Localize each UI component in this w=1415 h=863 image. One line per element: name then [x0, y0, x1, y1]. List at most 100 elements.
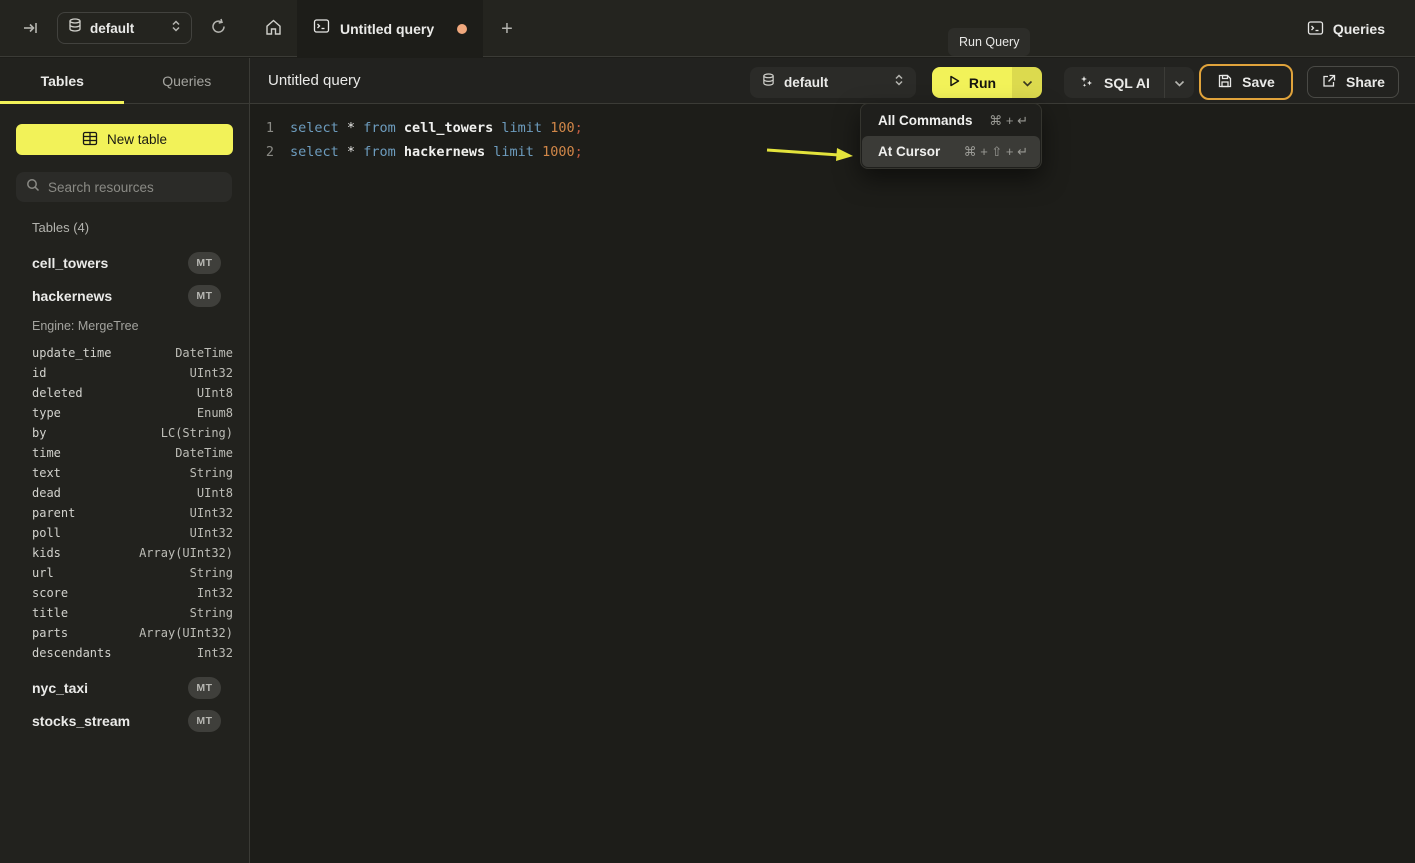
share-icon: [1321, 73, 1337, 92]
sql-console-app: default: [0, 0, 1415, 863]
column-row: parentUInt32: [0, 503, 250, 523]
column-type: UInt32: [190, 526, 233, 540]
column-row: scoreInt32: [0, 583, 250, 603]
column-name: url: [32, 566, 54, 580]
code-line: 2select * from hackernews limit 1000;: [250, 140, 1415, 164]
sql-ai-options-button[interactable]: [1164, 67, 1194, 98]
run-button-label: Run: [969, 75, 996, 91]
chevron-updown-icon: [894, 73, 904, 92]
code-line: 1select * from cell_towers limit 100;: [250, 116, 1415, 140]
line-number: 1: [250, 120, 274, 136]
chevron-updown-icon: [171, 19, 181, 38]
save-button-label: Save: [1242, 74, 1275, 90]
column-row: update_timeDateTime: [0, 343, 250, 363]
table-name: hackernews: [32, 288, 112, 304]
sidebar-tab-tables[interactable]: Tables: [0, 58, 125, 103]
sidebar-tabs: Tables Queries: [0, 58, 249, 104]
column-row: kidsArray(UInt32): [0, 543, 250, 563]
column-name: parts: [32, 626, 68, 640]
column-row: deadUInt8: [0, 483, 250, 503]
engine-badge: MT: [188, 252, 221, 274]
column-type: UInt8: [197, 486, 233, 500]
code-token: limit: [501, 120, 542, 136]
refresh-button[interactable]: [204, 15, 232, 43]
table-row-hackernews[interactable]: hackernews MT: [0, 279, 250, 312]
column-row: textString: [0, 463, 250, 483]
queries-button[interactable]: Queries: [1307, 14, 1385, 44]
run-options-button[interactable]: [1012, 67, 1042, 98]
code-token: *: [347, 144, 355, 160]
share-button[interactable]: Share: [1307, 66, 1399, 98]
engine-badge: MT: [188, 710, 221, 732]
column-type: Array(UInt32): [139, 626, 233, 640]
column-type: UInt32: [190, 366, 233, 380]
table-name: cell_towers: [32, 255, 108, 271]
column-row: urlString: [0, 563, 250, 583]
save-icon: [1217, 73, 1233, 92]
topbar-database-value: default: [90, 21, 163, 36]
menu-item-shortcut: ⌘ + ↵: [989, 113, 1028, 129]
queries-terminal-icon: [1307, 20, 1324, 39]
new-table-button[interactable]: New table: [16, 124, 233, 155]
code-token: from: [363, 144, 396, 160]
code-token: limit: [493, 144, 534, 160]
code-token: [339, 120, 347, 136]
run-button[interactable]: Run: [932, 67, 1012, 98]
search-input[interactable]: [48, 180, 222, 195]
save-button[interactable]: Save: [1199, 64, 1293, 100]
table-list: cell_towersMThackernewsMTEngine: MergeTr…: [0, 246, 250, 737]
code-token: [542, 120, 550, 136]
collapse-sidebar-button[interactable]: [18, 16, 44, 42]
column-row: descendantsInt32: [0, 643, 250, 663]
menu-item-all-commands[interactable]: All Commands⌘ + ↵: [862, 105, 1040, 136]
search-box: [16, 172, 232, 202]
sql-ai-button[interactable]: SQL AI: [1064, 67, 1164, 98]
code-token: [534, 144, 542, 160]
code-token: 100: [550, 120, 574, 136]
table-row-nyc_taxi[interactable]: nyc_taxiMT: [0, 671, 250, 704]
code-token: ;: [575, 144, 583, 160]
refresh-icon: [210, 18, 227, 40]
table-row-cell_towers[interactable]: cell_towers MT: [0, 246, 250, 279]
code-token: [339, 144, 347, 160]
sql-editor[interactable]: 1select * from cell_towers limit 100; 2 se…: [250, 105, 1415, 863]
column-type: Int32: [197, 646, 233, 660]
new-tab-button[interactable]: +: [492, 14, 522, 44]
line-number: 2: [250, 144, 274, 160]
run-button-group: Run: [932, 67, 1042, 98]
code-token: from: [363, 120, 396, 136]
code-token: *: [347, 120, 355, 136]
unsaved-changes-dot: [457, 24, 467, 34]
run-options-menu: All Commands⌘ + ↵At Cursor⌘ + ⇧ + ↵: [860, 103, 1042, 169]
column-type: UInt32: [190, 506, 233, 520]
top-bar: default: [0, 0, 1415, 57]
table-name: nyc_taxi: [32, 680, 88, 696]
new-table-label: New table: [107, 132, 167, 147]
table-icon: [82, 131, 98, 149]
code-token: [355, 120, 363, 136]
column-name: score: [32, 586, 68, 600]
toolbar-database-value: default: [784, 75, 885, 90]
code-token: 1000: [542, 144, 575, 160]
sql-ai-button-group: SQL AI: [1064, 67, 1194, 98]
column-name: poll: [32, 526, 61, 540]
column-type: DateTime: [175, 346, 233, 360]
topbar-database-selector[interactable]: default: [57, 12, 192, 44]
column-row: timeDateTime: [0, 443, 250, 463]
sidebar-tab-queries[interactable]: Queries: [125, 58, 250, 103]
column-name: text: [32, 466, 61, 480]
toolbar-database-selector[interactable]: default: [750, 67, 916, 98]
table-row-stocks_stream[interactable]: stocks_stream MT: [0, 704, 250, 737]
column-name: by: [32, 426, 46, 440]
home-tab[interactable]: [250, 0, 297, 57]
queries-button-label: Queries: [1333, 21, 1385, 37]
column-type: DateTime: [175, 446, 233, 460]
database-icon: [68, 18, 82, 38]
tab-untitled-query[interactable]: Untitled query: [297, 0, 483, 57]
menu-item-at-cursor[interactable]: At Cursor⌘ + ⇧ + ↵: [862, 136, 1040, 167]
code-token: select: [290, 144, 339, 160]
table-name: stocks_stream: [32, 713, 130, 729]
collapse-sidebar-icon: [22, 19, 40, 40]
sparkles-icon: [1078, 73, 1095, 93]
engine-badge: MT: [188, 285, 221, 307]
